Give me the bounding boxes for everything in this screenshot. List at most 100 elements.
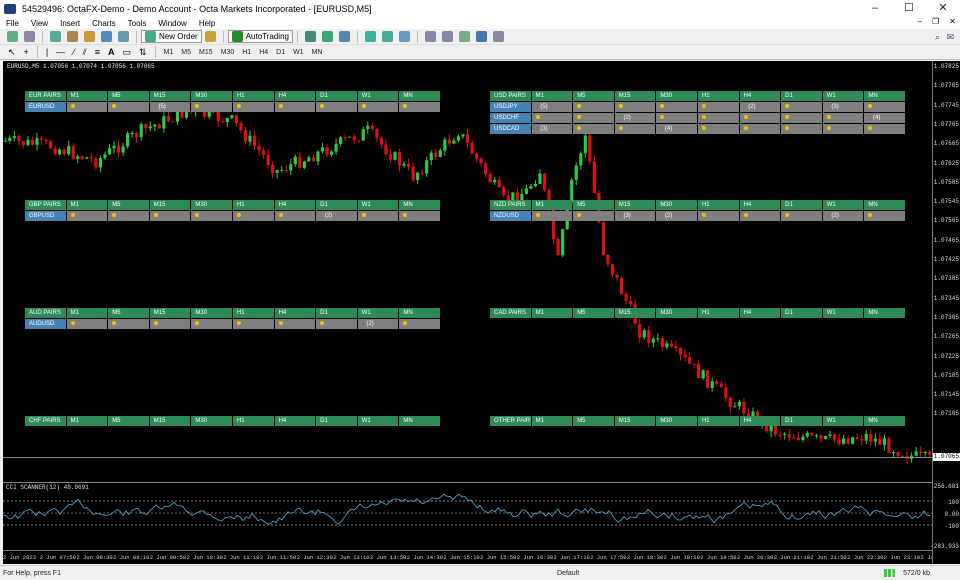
timeframe-m1[interactable]: M1 bbox=[160, 49, 178, 56]
label-icon[interactable]: ▭ bbox=[122, 47, 131, 58]
data-window-icon[interactable] bbox=[67, 31, 78, 42]
neutral-dot-icon bbox=[357, 102, 399, 112]
timeframe-header-h4: H4 bbox=[739, 416, 781, 426]
autoscroll-icon[interactable] bbox=[441, 31, 453, 42]
bullish-candle bbox=[891, 452, 896, 454]
zoom-out-icon[interactable] bbox=[381, 31, 393, 42]
connection-bars-icon[interactable] bbox=[884, 569, 898, 577]
menu-tools[interactable]: Tools bbox=[122, 19, 153, 28]
neutral-dot-icon bbox=[316, 319, 357, 329]
menu-file[interactable]: File bbox=[0, 19, 25, 28]
cursor-icon[interactable]: ↖ bbox=[8, 47, 16, 58]
child-minimize-icon[interactable]: – bbox=[918, 17, 922, 26]
market-watch-icon[interactable] bbox=[50, 31, 61, 42]
price-tick-label: 1.07185 bbox=[933, 371, 959, 379]
timeframe-h4[interactable]: H4 bbox=[255, 49, 272, 56]
autotrading-icon bbox=[231, 31, 243, 42]
timeframe-w1[interactable]: W1 bbox=[289, 49, 308, 56]
maximize-button[interactable]: ☐ bbox=[892, 0, 926, 17]
panel-header-row: GBP PAIRS M1 M5 M15 M30 H1 H4 D1 W1 MN bbox=[25, 200, 441, 210]
pair-button[interactable]: EURUSD bbox=[25, 102, 66, 112]
text-icon[interactable]: A bbox=[108, 47, 115, 57]
price-tick-label: 1.07505 bbox=[933, 217, 959, 225]
timeframe-d1[interactable]: D1 bbox=[272, 49, 289, 56]
menu-insert[interactable]: Insert bbox=[54, 19, 86, 28]
timeframe-header-h4: H4 bbox=[274, 200, 316, 210]
neutral-dot-icon bbox=[573, 124, 614, 134]
new-order-button[interactable]: New Order bbox=[141, 30, 202, 43]
terminal-icon[interactable] bbox=[101, 31, 112, 42]
fibonacci-icon[interactable]: ≡ bbox=[95, 47, 100, 57]
search-icon[interactable]: ⌕ bbox=[935, 32, 940, 43]
bearish-candle bbox=[647, 330, 651, 343]
pair-button[interactable]: USDCHF bbox=[490, 113, 531, 123]
arrows-icon[interactable]: ⇅ bbox=[139, 47, 147, 58]
indicators-icon[interactable] bbox=[458, 31, 470, 42]
timeframe-h1[interactable]: H1 bbox=[238, 49, 255, 56]
profiles-icon[interactable] bbox=[24, 31, 35, 42]
minimize-button[interactable]: – bbox=[858, 0, 892, 17]
trendline-icon[interactable]: ⁄ bbox=[73, 47, 75, 57]
child-restore-icon[interactable]: ❐ bbox=[932, 17, 939, 26]
bearish-candle bbox=[638, 323, 642, 338]
cci-indicator-window[interactable]: CCI SCANNER(12) 48.9691 bbox=[3, 482, 932, 548]
strategy-tester-icon[interactable] bbox=[118, 31, 129, 42]
zoom-in-icon[interactable] bbox=[364, 31, 376, 42]
bearish-candle bbox=[629, 300, 633, 305]
vertical-line-icon[interactable]: | bbox=[46, 47, 48, 57]
toolbar-divider bbox=[36, 46, 38, 58]
chart-shift-icon[interactable] bbox=[424, 31, 436, 42]
bullish-candle bbox=[914, 451, 918, 456]
pair-button[interactable]: NZDUSD bbox=[490, 211, 531, 221]
line-chart-icon[interactable] bbox=[338, 31, 350, 42]
bearish-candle bbox=[556, 238, 560, 256]
menu-charts[interactable]: Charts bbox=[86, 19, 122, 28]
pair-button[interactable]: GBPUSD bbox=[25, 211, 66, 221]
bearish-candle bbox=[692, 363, 696, 365]
metaeditor-icon[interactable] bbox=[204, 31, 216, 42]
bearish-candle bbox=[144, 124, 148, 129]
timeframe-m30[interactable]: M30 bbox=[217, 49, 239, 56]
timeframe-m5[interactable]: M5 bbox=[177, 49, 195, 56]
tile-windows-icon[interactable] bbox=[398, 31, 410, 42]
bearish-candle bbox=[171, 121, 175, 123]
menu-help[interactable]: Help bbox=[193, 19, 221, 28]
time-tick-label: 2 Jun 09:10 bbox=[113, 554, 150, 561]
bearish-candle bbox=[252, 135, 257, 146]
crosshair-icon[interactable]: + bbox=[24, 47, 29, 57]
neutral-dot-icon bbox=[232, 319, 274, 329]
menu-view[interactable]: View bbox=[25, 19, 54, 28]
neutral-dot-icon bbox=[864, 102, 905, 112]
autotrading-button[interactable]: AutoTrading bbox=[227, 30, 293, 43]
signal-count: (3) bbox=[829, 104, 839, 110]
timeframe-m15[interactable]: M15 bbox=[195, 49, 217, 56]
neutral-dot-icon bbox=[739, 113, 781, 123]
neutral-dot-icon bbox=[316, 102, 357, 112]
templates-icon[interactable] bbox=[492, 31, 504, 42]
price-tick-label: 1.07585 bbox=[933, 178, 959, 186]
chat-icon[interactable]: ✉ bbox=[946, 32, 954, 43]
status-profile[interactable]: Default bbox=[557, 570, 579, 577]
signal-count: (2) bbox=[364, 321, 374, 327]
channel-icon[interactable]: ⫽ bbox=[83, 47, 87, 58]
timeframe-mn[interactable]: MN bbox=[308, 49, 327, 56]
new-chart-icon[interactable] bbox=[7, 31, 18, 42]
pair-button[interactable]: AUDUSD bbox=[25, 319, 66, 329]
timeframe-header-m5: M5 bbox=[108, 308, 149, 318]
horizontal-line-icon[interactable]: — bbox=[56, 47, 65, 57]
neutral-dot-icon bbox=[399, 211, 440, 221]
bar-chart-icon[interactable] bbox=[304, 31, 316, 42]
bullish-candle bbox=[570, 179, 574, 203]
pair-button[interactable]: USDJPY bbox=[490, 102, 531, 112]
candlestick-icon[interactable] bbox=[321, 31, 333, 42]
time-tick-label: 2 Jun 17:50 bbox=[590, 554, 627, 561]
menu-window[interactable]: Window bbox=[152, 19, 192, 28]
bearish-candle bbox=[624, 294, 628, 301]
navigator-icon[interactable] bbox=[84, 31, 95, 42]
close-button[interactable]: ✕ bbox=[926, 0, 960, 17]
timeframe-header-d1: D1 bbox=[781, 200, 822, 210]
periods-icon[interactable] bbox=[475, 31, 487, 42]
pair-button[interactable]: USDCAD bbox=[490, 124, 531, 134]
bearish-candle bbox=[887, 438, 891, 453]
child-close-icon[interactable]: ✕ bbox=[949, 17, 956, 26]
